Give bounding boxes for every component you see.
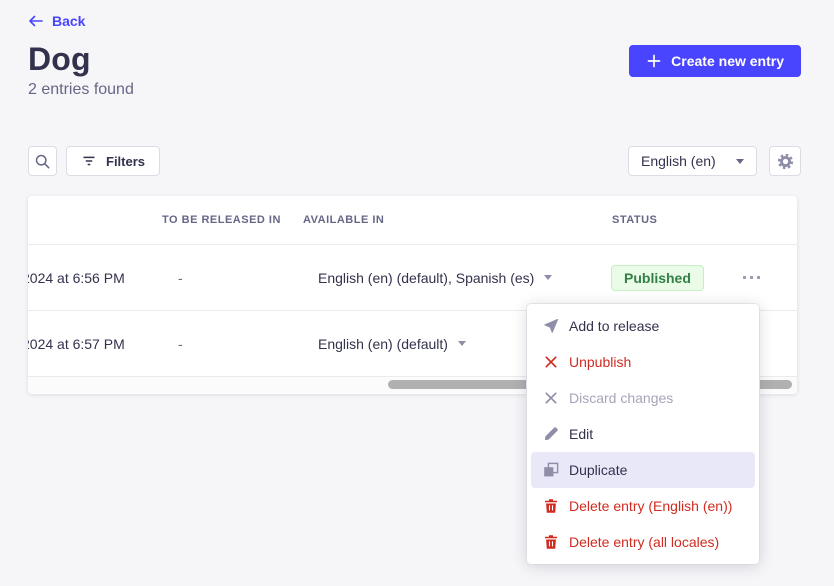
menu-item-duplicate[interactable]: Duplicate — [531, 452, 755, 488]
menu-item-discard-changes[interactable]: Discard changes — [531, 380, 755, 416]
back-link[interactable]: Back — [28, 13, 85, 29]
filter-icon — [81, 153, 97, 169]
menu-item-label: Duplicate — [569, 462, 627, 478]
chevron-down-icon — [544, 275, 552, 280]
menu-item-label: Delete entry (English (en)) — [569, 498, 732, 514]
col-header-to-be-released-in: TO BE RELEASED IN — [162, 214, 298, 226]
cell-available-in-dropdown[interactable]: English (en) (default), Spanish (es) — [298, 270, 603, 286]
available-in-value: English (en) (default) — [318, 336, 448, 352]
locale-select[interactable]: English (en) — [628, 146, 757, 176]
menu-item-edit[interactable]: Edit — [531, 416, 755, 452]
back-label: Back — [52, 13, 85, 29]
search-icon — [34, 153, 51, 170]
cell-to-be-released-in: - — [162, 270, 298, 286]
menu-item-unpublish[interactable]: Unpublish — [531, 344, 755, 380]
menu-item-delete-entry-locale[interactable]: Delete entry (English (en)) — [531, 488, 755, 524]
menu-item-label: Delete entry (all locales) — [569, 534, 719, 550]
chevron-down-icon — [736, 159, 744, 164]
table-header-row: TO BE RELEASED IN AVAILABLE IN STATUS — [28, 196, 797, 245]
create-button-label: Create new entry — [671, 53, 784, 69]
filters-label: Filters — [106, 154, 145, 169]
row-actions-menu: Add to release Unpublish Discard changes… — [527, 304, 759, 564]
arrow-left-icon — [28, 13, 44, 29]
settings-button[interactable] — [769, 146, 801, 176]
plus-icon — [646, 53, 662, 69]
cell-to-be-released-in: - — [162, 336, 298, 352]
cell-actions — [728, 270, 797, 285]
menu-item-add-to-release[interactable]: Add to release — [531, 308, 755, 344]
cross-icon — [543, 390, 559, 406]
create-new-entry-button[interactable]: Create new entry — [629, 45, 801, 77]
available-in-value: English (en) (default), Spanish (es) — [318, 270, 534, 286]
entries-count: 2 entries found — [28, 81, 134, 99]
filters-button[interactable]: Filters — [66, 146, 160, 176]
menu-item-label: Discard changes — [569, 390, 673, 406]
status-badge: Published — [611, 265, 704, 291]
menu-item-label: Edit — [569, 426, 593, 442]
locale-selected-value: English (en) — [641, 153, 716, 169]
page-title: Dog — [28, 41, 91, 78]
search-button[interactable] — [28, 146, 57, 176]
menu-item-label: Unpublish — [569, 354, 631, 370]
cell-updated: 2024 at 6:57 PM — [28, 336, 162, 352]
table-row[interactable]: 2024 at 6:56 PM - English (en) (default)… — [28, 245, 797, 311]
paper-plane-icon — [543, 318, 559, 334]
trash-icon — [543, 534, 559, 550]
cell-updated: 2024 at 6:56 PM — [28, 270, 162, 286]
trash-icon — [543, 498, 559, 514]
col-header-status: STATUS — [603, 214, 728, 226]
pencil-icon — [543, 426, 559, 442]
chevron-down-icon — [458, 341, 466, 346]
menu-item-delete-entry-all-locales[interactable]: Delete entry (all locales) — [531, 524, 755, 560]
row-actions-button[interactable] — [737, 270, 797, 285]
cell-status: Published — [603, 265, 728, 291]
col-header-available-in: AVAILABLE IN — [298, 214, 603, 226]
duplicate-icon — [543, 462, 559, 478]
gear-icon — [777, 153, 794, 170]
menu-item-label: Add to release — [569, 318, 659, 334]
cross-icon — [543, 354, 559, 370]
